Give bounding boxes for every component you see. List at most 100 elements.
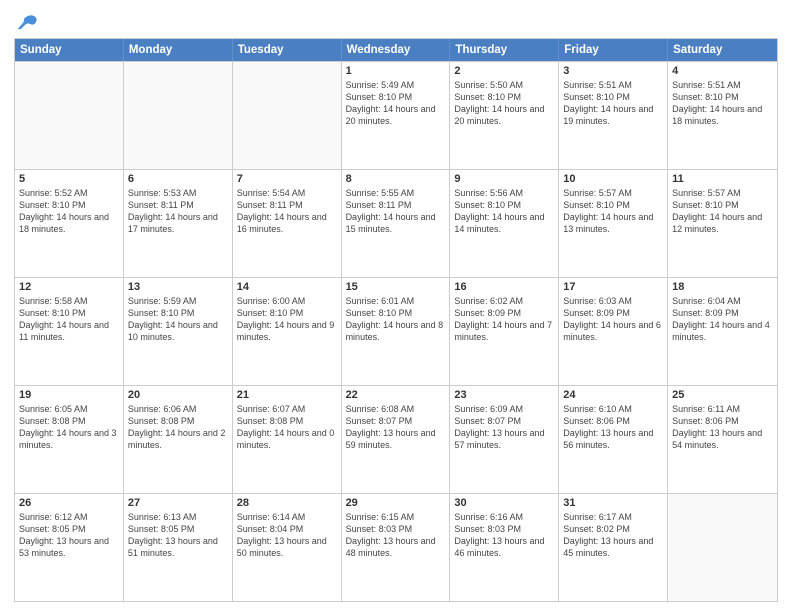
day-header-wednesday: Wednesday xyxy=(342,39,451,61)
day-cell-13: 13 Sunrise: 5:59 AM Sunset: 8:10 PM Dayli… xyxy=(124,278,233,385)
day-cell-29: 29 Sunrise: 6:15 AM Sunset: 8:03 PM Dayli… xyxy=(342,494,451,601)
day-number: 27 xyxy=(128,497,228,509)
day-header-sunday: Sunday xyxy=(15,39,124,61)
day-info: Sunrise: 6:08 AM Sunset: 8:07 PM Dayligh… xyxy=(346,403,446,452)
day-cell-15: 15 Sunrise: 6:01 AM Sunset: 8:10 PM Dayli… xyxy=(342,278,451,385)
calendar-body: 1 Sunrise: 5:49 AM Sunset: 8:10 PM Daylig… xyxy=(15,61,777,601)
day-cell-10: 10 Sunrise: 5:57 AM Sunset: 8:10 PM Dayli… xyxy=(559,170,668,277)
day-cell-18: 18 Sunrise: 6:04 AM Sunset: 8:09 PM Dayli… xyxy=(668,278,777,385)
day-number: 18 xyxy=(672,281,773,293)
day-info: Sunrise: 5:49 AM Sunset: 8:10 PM Dayligh… xyxy=(346,79,446,128)
day-cell-4: 4 Sunrise: 5:51 AM Sunset: 8:10 PM Daylig… xyxy=(668,62,777,169)
day-number: 24 xyxy=(563,389,663,401)
day-number: 11 xyxy=(672,173,773,185)
day-number: 4 xyxy=(672,65,773,77)
week-row-2: 5 Sunrise: 5:52 AM Sunset: 8:10 PM Daylig… xyxy=(15,169,777,277)
day-cell-21: 21 Sunrise: 6:07 AM Sunset: 8:08 PM Dayli… xyxy=(233,386,342,493)
day-info: Sunrise: 6:16 AM Sunset: 8:03 PM Dayligh… xyxy=(454,511,554,560)
day-number: 12 xyxy=(19,281,119,293)
day-info: Sunrise: 5:51 AM Sunset: 8:10 PM Dayligh… xyxy=(563,79,663,128)
day-cell-2: 2 Sunrise: 5:50 AM Sunset: 8:10 PM Daylig… xyxy=(450,62,559,169)
day-cell-1: 1 Sunrise: 5:49 AM Sunset: 8:10 PM Daylig… xyxy=(342,62,451,169)
day-cell-5: 5 Sunrise: 5:52 AM Sunset: 8:10 PM Daylig… xyxy=(15,170,124,277)
day-cell-19: 19Sunrise: 6:05 AM Sunset: 8:08 PM Dayli… xyxy=(15,386,124,493)
day-info: Sunrise: 6:11 AM Sunset: 8:06 PM Dayligh… xyxy=(672,403,773,452)
day-info: Sunrise: 5:54 AM Sunset: 8:11 PM Dayligh… xyxy=(237,187,337,236)
day-cell-26: 26 Sunrise: 6:12 AM Sunset: 8:05 PM Dayli… xyxy=(15,494,124,601)
day-cell-11: 11 Sunrise: 5:57 AM Sunset: 8:10 PM Dayli… xyxy=(668,170,777,277)
day-number: 17 xyxy=(563,281,663,293)
day-info: Sunrise: 5:50 AM Sunset: 8:10 PM Dayligh… xyxy=(454,79,554,128)
day-number: 8 xyxy=(346,173,446,185)
day-header-monday: Monday xyxy=(124,39,233,61)
day-number: 25 xyxy=(672,389,773,401)
empty-cell-0-2 xyxy=(233,62,342,169)
empty-cell-0-0 xyxy=(15,62,124,169)
day-cell-23: 23Sunrise: 6:09 AM Sunset: 8:07 PM Dayli… xyxy=(450,386,559,493)
day-info: Sunrise: 6:00 AM Sunset: 8:10 PM Dayligh… xyxy=(237,295,337,344)
week-row-4: 19Sunrise: 6:05 AM Sunset: 8:08 PM Dayli… xyxy=(15,385,777,493)
day-number: 29 xyxy=(346,497,446,509)
day-number: 6 xyxy=(128,173,228,185)
day-info: Sunrise: 6:12 AM Sunset: 8:05 PM Dayligh… xyxy=(19,511,119,560)
day-cell-7: 7 Sunrise: 5:54 AM Sunset: 8:11 PM Daylig… xyxy=(233,170,342,277)
day-number: 21 xyxy=(237,389,337,401)
day-number: 9 xyxy=(454,173,554,185)
page: SundayMondayTuesdayWednesdayThursdayFrid… xyxy=(0,0,792,612)
day-number: 5 xyxy=(19,173,119,185)
calendar-header: SundayMondayTuesdayWednesdayThursdayFrid… xyxy=(15,39,777,61)
day-number: 7 xyxy=(237,173,337,185)
logo-bird-icon xyxy=(16,14,38,32)
day-info: Sunrise: 6:13 AM Sunset: 8:05 PM Dayligh… xyxy=(128,511,228,560)
day-number: 16 xyxy=(454,281,554,293)
day-header-saturday: Saturday xyxy=(668,39,777,61)
header xyxy=(14,10,778,32)
day-cell-6: 6Sunrise: 5:53 AM Sunset: 8:11 PM Daylig… xyxy=(124,170,233,277)
day-info: Sunrise: 6:15 AM Sunset: 8:03 PM Dayligh… xyxy=(346,511,446,560)
day-info: Sunrise: 6:07 AM Sunset: 8:08 PM Dayligh… xyxy=(237,403,337,452)
day-number: 31 xyxy=(563,497,663,509)
day-header-thursday: Thursday xyxy=(450,39,559,61)
day-info: Sunrise: 6:17 AM Sunset: 8:02 PM Dayligh… xyxy=(563,511,663,560)
day-info: Sunrise: 6:10 AM Sunset: 8:06 PM Dayligh… xyxy=(563,403,663,452)
day-cell-24: 24 Sunrise: 6:10 AM Sunset: 8:06 PM Dayli… xyxy=(559,386,668,493)
day-number: 20 xyxy=(128,389,228,401)
day-header-friday: Friday xyxy=(559,39,668,61)
day-number: 15 xyxy=(346,281,446,293)
day-cell-12: 12 Sunrise: 5:58 AM Sunset: 8:10 PM Dayli… xyxy=(15,278,124,385)
day-info: Sunrise: 6:05 AM Sunset: 8:08 PM Dayligh… xyxy=(19,403,119,452)
day-info: Sunrise: 5:57 AM Sunset: 8:10 PM Dayligh… xyxy=(672,187,773,236)
week-row-5: 26 Sunrise: 6:12 AM Sunset: 8:05 PM Dayli… xyxy=(15,493,777,601)
day-info: Sunrise: 6:09 AM Sunset: 8:07 PM Dayligh… xyxy=(454,403,554,452)
empty-cell-4-6 xyxy=(668,494,777,601)
empty-cell-0-1 xyxy=(124,62,233,169)
day-info: Sunrise: 5:55 AM Sunset: 8:11 PM Dayligh… xyxy=(346,187,446,236)
day-number: 1 xyxy=(346,65,446,77)
day-info: Sunrise: 6:04 AM Sunset: 8:09 PM Dayligh… xyxy=(672,295,773,344)
day-number: 2 xyxy=(454,65,554,77)
day-cell-30: 30Sunrise: 6:16 AM Sunset: 8:03 PM Dayli… xyxy=(450,494,559,601)
day-number: 26 xyxy=(19,497,119,509)
day-info: Sunrise: 6:14 AM Sunset: 8:04 PM Dayligh… xyxy=(237,511,337,560)
day-info: Sunrise: 6:01 AM Sunset: 8:10 PM Dayligh… xyxy=(346,295,446,344)
day-number: 14 xyxy=(237,281,337,293)
day-cell-9: 9Sunrise: 5:56 AM Sunset: 8:10 PM Daylig… xyxy=(450,170,559,277)
day-info: Sunrise: 6:02 AM Sunset: 8:09 PM Dayligh… xyxy=(454,295,554,344)
day-cell-8: 8 Sunrise: 5:55 AM Sunset: 8:11 PM Daylig… xyxy=(342,170,451,277)
day-info: Sunrise: 5:58 AM Sunset: 8:10 PM Dayligh… xyxy=(19,295,119,344)
week-row-1: 1 Sunrise: 5:49 AM Sunset: 8:10 PM Daylig… xyxy=(15,61,777,169)
day-number: 10 xyxy=(563,173,663,185)
day-cell-14: 14 Sunrise: 6:00 AM Sunset: 8:10 PM Dayli… xyxy=(233,278,342,385)
day-info: Sunrise: 5:57 AM Sunset: 8:10 PM Dayligh… xyxy=(563,187,663,236)
day-header-tuesday: Tuesday xyxy=(233,39,342,61)
day-cell-16: 16 Sunrise: 6:02 AM Sunset: 8:09 PM Dayli… xyxy=(450,278,559,385)
day-info: Sunrise: 5:51 AM Sunset: 8:10 PM Dayligh… xyxy=(672,79,773,128)
day-info: Sunrise: 5:52 AM Sunset: 8:10 PM Dayligh… xyxy=(19,187,119,236)
day-info: Sunrise: 5:59 AM Sunset: 8:10 PM Dayligh… xyxy=(128,295,228,344)
day-number: 22 xyxy=(346,389,446,401)
calendar: SundayMondayTuesdayWednesdayThursdayFrid… xyxy=(14,38,778,602)
day-cell-25: 25 Sunrise: 6:11 AM Sunset: 8:06 PM Dayli… xyxy=(668,386,777,493)
day-info: Sunrise: 6:03 AM Sunset: 8:09 PM Dayligh… xyxy=(563,295,663,344)
day-number: 3 xyxy=(563,65,663,77)
day-number: 13 xyxy=(128,281,228,293)
